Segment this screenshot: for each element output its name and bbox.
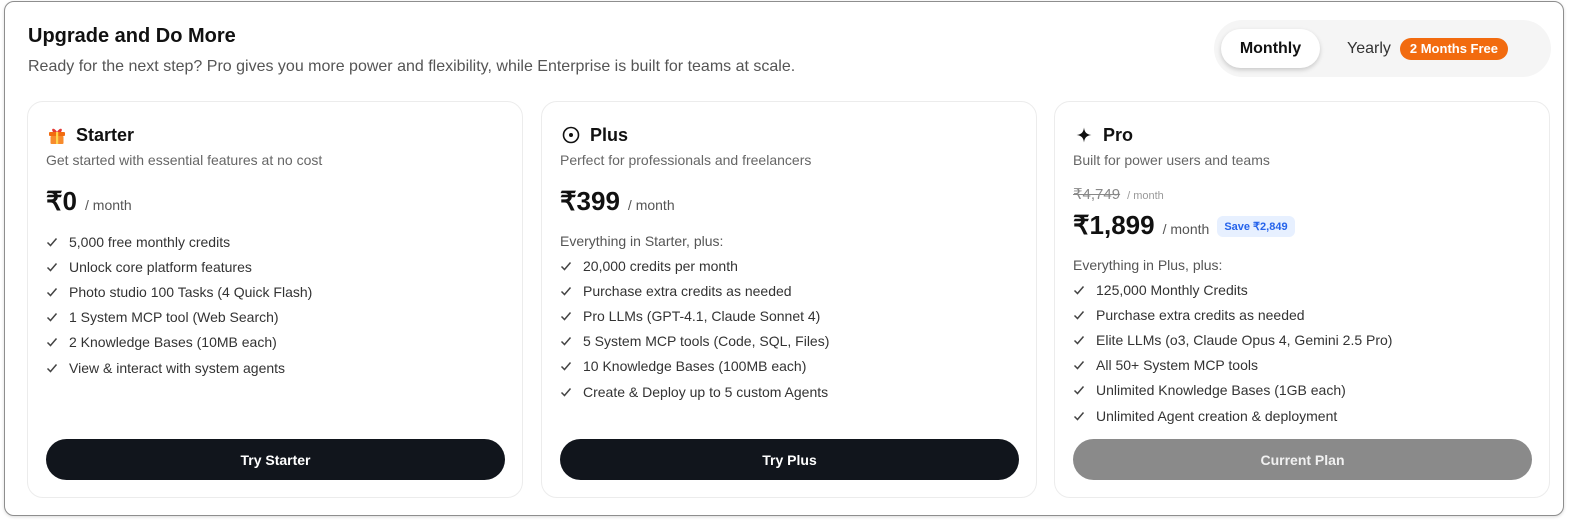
- yearly-toggle-button[interactable]: Yearly 2 Months Free: [1336, 29, 1509, 68]
- feature-text: Pro LLMs (GPT-4.1, Claude Sonnet 4): [583, 307, 821, 324]
- circle-dot-icon: [560, 124, 582, 146]
- check-icon: [46, 338, 58, 347]
- plan-price: ₹0: [46, 186, 78, 216]
- plan-description: Built for power users and teams: [1073, 152, 1270, 168]
- plan-header: Starter: [46, 124, 134, 146]
- feature-text: 125,000 Monthly Credits: [1096, 281, 1248, 298]
- feature-text: 5,000 free monthly credits: [69, 233, 231, 250]
- check-icon: [1073, 310, 1085, 320]
- yearly-discount-badge: 2 Months Free: [1399, 37, 1509, 60]
- page-title: Upgrade and Do More: [28, 25, 236, 47]
- current-plan-button[interactable]: Current Plan: [1073, 439, 1532, 480]
- price-period: / month: [627, 197, 675, 213]
- price-period: / month: [1162, 221, 1210, 237]
- price-row: ₹0 / month: [46, 186, 132, 217]
- billing-toggle: Monthly Yearly 2 Months Free: [1214, 20, 1551, 77]
- check-icon: [1073, 386, 1085, 395]
- feature-list: 20,000 credits per month Purchase extra …: [560, 253, 829, 404]
- feature-item: Unlimited Agent creation & deployment: [1073, 403, 1392, 428]
- check-icon: [560, 261, 572, 271]
- feature-text: Purchase extra credits as needed: [1096, 306, 1305, 323]
- plan-price: ₹399: [560, 186, 620, 216]
- feature-item: 5 System MCP tools (Code, SQL, Files): [560, 329, 829, 354]
- feature-text: Unlimited Agent creation & deployment: [1096, 407, 1338, 424]
- plan-card-starter: Starter Get started with essential featu…: [27, 101, 523, 498]
- plan-header: Pro: [1073, 124, 1133, 146]
- feature-text: All 50+ System MCP tools: [1096, 357, 1258, 374]
- feature-item: 125,000 Monthly Credits: [1073, 277, 1392, 302]
- feature-text: 1 System MCP tool (Web Search): [69, 309, 279, 326]
- price-row: ₹1,899 / month Save ₹2,849: [1073, 210, 1295, 241]
- features-intro: Everything in Starter, plus:: [560, 233, 724, 249]
- feature-item: Unlimited Knowledge Bases (1GB each): [1073, 378, 1392, 403]
- feature-item: Photo studio 100 Tasks (4 Quick Flash): [46, 279, 312, 304]
- features-intro: Everything in Plus, plus:: [1073, 257, 1223, 273]
- page-subtitle: Ready for the next step? Pro gives you m…: [28, 58, 796, 75]
- feature-item: Elite LLMs (o3, Claude Opus 4, Gemini 2.…: [1073, 327, 1392, 352]
- feature-item: Pro LLMs (GPT-4.1, Claude Sonnet 4): [560, 303, 829, 328]
- check-icon: [46, 262, 58, 272]
- check-icon: [1073, 411, 1085, 421]
- plan-name: Pro: [1103, 124, 1134, 145]
- check-icon: [1073, 285, 1085, 295]
- feature-item: 1 System MCP tool (Web Search): [46, 305, 312, 330]
- plan-header: Plus: [560, 124, 628, 146]
- feature-text: 5 System MCP tools (Code, SQL, Files): [583, 333, 830, 350]
- feature-text: Photo studio 100 Tasks (4 Quick Flash): [69, 283, 313, 300]
- feature-text: View & interact with system agents: [69, 359, 286, 376]
- price-row: ₹399 / month: [560, 186, 675, 217]
- feature-text: Purchase extra credits as needed: [583, 282, 792, 299]
- feature-text: Elite LLMs (o3, Claude Opus 4, Gemini 2.…: [1096, 331, 1393, 348]
- check-icon: [560, 286, 572, 296]
- feature-item: Unlock core platform features: [46, 254, 312, 279]
- feature-item: View & interact with system agents: [46, 355, 312, 380]
- feature-text: 20,000 credits per month: [583, 257, 738, 274]
- plan-card-pro: Pro Built for power users and teams ₹4,7…: [1054, 101, 1550, 498]
- save-badge: Save ₹2,849: [1217, 216, 1295, 237]
- check-icon: [46, 287, 58, 297]
- pricing-panel: Upgrade and Do More Ready for the next s…: [4, 1, 1564, 516]
- feature-item: 2 Knowledge Bases (10MB each): [46, 330, 312, 355]
- check-icon: [560, 311, 572, 321]
- feature-item: 20,000 credits per month: [560, 253, 829, 278]
- sparkle-icon: [1073, 124, 1095, 146]
- gift-icon: [46, 124, 68, 146]
- check-icon: [1073, 361, 1085, 370]
- try-starter-button[interactable]: Try Starter: [46, 439, 505, 480]
- plan-price: ₹1,899: [1073, 210, 1155, 240]
- check-icon: [1073, 335, 1085, 345]
- feature-list: 5,000 free monthly credits Unlock core p…: [46, 229, 312, 380]
- feature-list: 125,000 Monthly Credits Purchase extra c…: [1073, 277, 1392, 428]
- original-price-row: ₹4,749 / month: [1073, 185, 1164, 203]
- feature-item: Purchase extra credits as needed: [1073, 302, 1392, 327]
- check-icon: [46, 363, 58, 373]
- plan-description: Perfect for professionals and freelancer…: [560, 152, 812, 168]
- original-price: ₹4,749: [1073, 186, 1121, 203]
- plan-name: Starter: [76, 124, 135, 145]
- original-price-period: / month: [1127, 190, 1164, 202]
- check-icon: [560, 387, 572, 397]
- yearly-label: Yearly: [1347, 39, 1391, 57]
- price-period: / month: [85, 197, 132, 213]
- feature-item: 5,000 free monthly credits: [46, 229, 312, 254]
- feature-text: Unlimited Knowledge Bases (1GB each): [1096, 382, 1346, 399]
- try-plus-button[interactable]: Try Plus: [560, 439, 1019, 480]
- check-icon: [46, 237, 58, 247]
- check-icon: [560, 337, 572, 346]
- plan-card-plus: Plus Perfect for professionals and freel…: [541, 101, 1037, 498]
- plan-description: Get started with essential features at n…: [46, 152, 323, 168]
- feature-text: 10 Knowledge Bases (100MB each): [583, 358, 807, 375]
- plan-name: Plus: [590, 124, 629, 145]
- check-icon: [560, 362, 572, 371]
- feature-item: Create & Deploy up to 5 custom Agents: [560, 379, 829, 404]
- feature-text: 2 Knowledge Bases (10MB each): [69, 334, 277, 351]
- feature-text: Create & Deploy up to 5 custom Agents: [583, 383, 829, 400]
- feature-text: Unlock core platform features: [69, 258, 252, 275]
- monthly-toggle-button[interactable]: Monthly: [1221, 29, 1320, 68]
- feature-item: Purchase extra credits as needed: [560, 278, 829, 303]
- feature-item: 10 Knowledge Bases (100MB each): [560, 354, 829, 379]
- check-icon: [46, 313, 58, 322]
- feature-item: All 50+ System MCP tools: [1073, 353, 1392, 378]
